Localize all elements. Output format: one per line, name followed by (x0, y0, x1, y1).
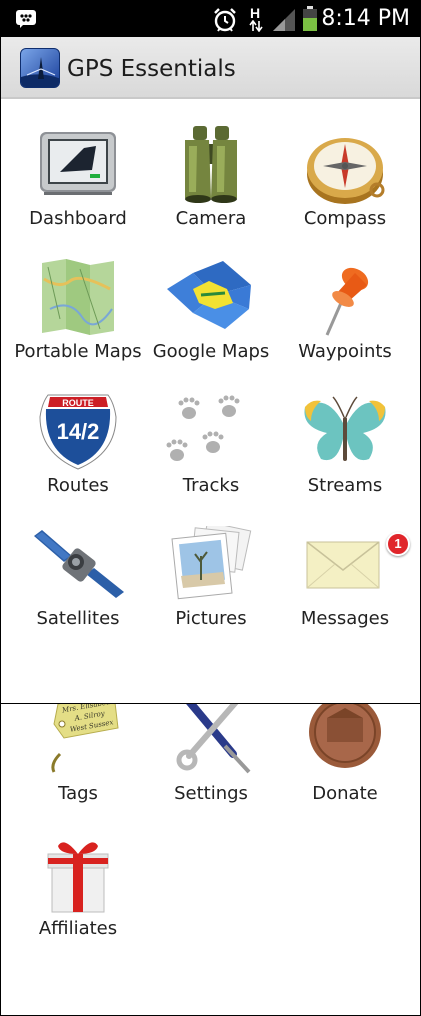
screen-bottom: Mrs. Elisabeth A. Silroy West Sussex Tag… (0, 704, 421, 1016)
status-time: 8:14 PM (321, 6, 410, 31)
route-sign-icon: ROUTE 14/2 (39, 394, 117, 470)
data-arrows-icon (249, 20, 263, 32)
tools-icon (176, 704, 251, 774)
grid-item-dashboard[interactable]: Dashboard (11, 126, 145, 256)
dashboard-icon (40, 132, 116, 195)
grid-item-label: Pictures (175, 608, 247, 629)
compass-icon (307, 138, 385, 204)
grid-item-label: Tags (58, 783, 98, 804)
grid-item-tracks[interactable]: Tracks (144, 393, 278, 523)
gift-box-icon (47, 842, 109, 913)
grid-item-google-maps[interactable]: Google Maps (144, 259, 278, 389)
grid-item-label: Compass (303, 208, 387, 229)
screen-top: H 8:14 PM GPS Essentials Dashboard Camer… (0, 0, 421, 704)
grid-item-label: Camera (175, 208, 247, 229)
google-maps-icon (167, 261, 251, 329)
grid-item-compass[interactable]: Compass (278, 126, 412, 256)
grid-item-waypoints[interactable]: Waypoints (278, 259, 412, 389)
grid-item-pictures[interactable]: Pictures (144, 526, 278, 656)
grid-item-label: Portable Maps (14, 341, 142, 362)
grid-item-routes[interactable]: ROUTE 14/2 Routes (11, 393, 145, 523)
grid-item-label: Google Maps (152, 341, 270, 362)
luggage-tag-icon: Mrs. Elisabeth A. Silroy West Sussex (51, 704, 119, 773)
paw-tracks-icon (166, 395, 240, 461)
grid-item-portable-maps[interactable]: Portable Maps (11, 259, 145, 389)
grid-item-label: Routes (47, 475, 109, 496)
photos-icon (171, 526, 252, 600)
grid-item-label: Satellites (36, 608, 120, 629)
satellite-icon (34, 530, 124, 598)
grid-item-camera[interactable]: Camera (144, 126, 278, 256)
grid-item-label: Settings (174, 783, 248, 804)
grid-item-label: Streams (307, 475, 383, 496)
app-title: GPS Essentials (67, 56, 236, 82)
action-bar: GPS Essentials (1, 37, 420, 99)
app-logo-icon[interactable] (20, 48, 60, 88)
grid-item-donate[interactable]: Donate (278, 704, 412, 834)
folded-map-icon (42, 259, 114, 335)
signal-icon (273, 9, 295, 31)
battery-icon (303, 6, 317, 31)
grid-item-label: Dashboard (29, 208, 127, 229)
network-type-label: H (250, 5, 261, 21)
grid-item-settings[interactable]: Settings (144, 704, 278, 834)
alarm-icon (214, 8, 236, 32)
pushpin-icon (325, 267, 369, 336)
unread-count-badge: 1 (386, 532, 410, 556)
grid-item-affiliates[interactable]: Affiliates (11, 836, 145, 966)
grid-item-label: Tracks (182, 475, 240, 496)
envelope-icon (306, 541, 380, 589)
grid-item-tags[interactable]: Mrs. Elisabeth A. Silroy West Sussex Tag… (11, 704, 145, 834)
grid-item-label: Messages (300, 608, 390, 629)
butterfly-icon (304, 396, 386, 461)
route-sign-top-text: ROUTE (62, 398, 94, 408)
grid-item-label: Donate (312, 783, 378, 804)
binoculars-icon (185, 126, 237, 203)
grid-item-satellites[interactable]: Satellites (11, 526, 145, 656)
status-bar: H 8:14 PM (1, 1, 420, 37)
grid-item-messages[interactable]: 1 Messages (278, 526, 412, 656)
grid-item-label: Waypoints (298, 341, 392, 362)
grid-item-label: Affiliates (38, 918, 118, 939)
penny-coin-icon (309, 704, 381, 768)
bbm-icon (16, 10, 36, 28)
grid-item-streams[interactable]: Streams (278, 393, 412, 523)
route-sign-number: 14/2 (57, 419, 100, 444)
